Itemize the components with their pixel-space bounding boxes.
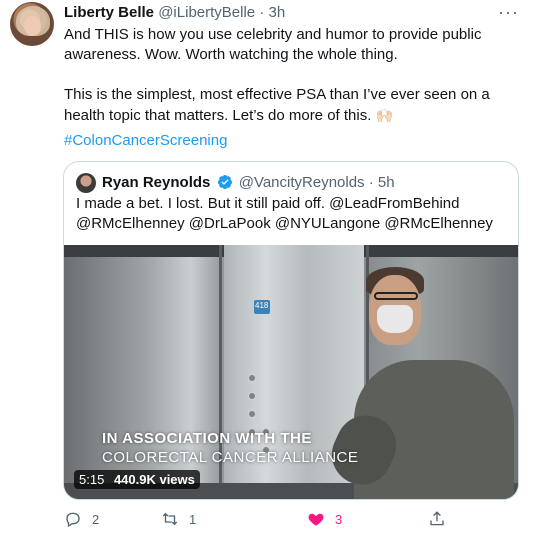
- quoted-tweet-text: I made a bet. I lost. But it still paid …: [76, 195, 493, 232]
- elevator-button-panel: [239, 365, 269, 485]
- elevator-button: [249, 375, 255, 381]
- floor-indicator: 418: [254, 300, 270, 314]
- hashtag-link[interactable]: #ColonCancerScreening: [64, 132, 227, 149]
- retweet-count: 1: [189, 511, 197, 527]
- tweet-body: And THIS is how you use celebrity and hu…: [64, 25, 519, 126]
- heart-icon: [308, 513, 324, 526]
- tweet-paragraph-1: And THIS is how you use celebrity and hu…: [64, 26, 482, 63]
- video-caption-line-1: IN ASSOCIATION WITH THE: [102, 430, 312, 447]
- quoted-tweet-time[interactable]: 5h: [378, 174, 395, 191]
- author-avatar[interactable]: [10, 2, 54, 46]
- video-player[interactable]: 418 IN ASSOCIATION WITH THE COLORECTAL C…: [64, 245, 518, 499]
- quoted-tweet[interactable]: Ryan Reynolds @VancityReynolds · 5h I ma…: [63, 161, 519, 500]
- retweet-button[interactable]: 1: [161, 510, 196, 528]
- header-separator: ·: [259, 4, 265, 21]
- floor-indicator-label: 418: [255, 301, 269, 310]
- tweet-actions-bar: 2 1 3: [64, 510, 464, 530]
- person-glasses: [374, 292, 418, 300]
- video-stats-badge: 5:15 440.9K views: [74, 470, 200, 489]
- quoted-author-avatar[interactable]: [76, 173, 96, 193]
- reply-button[interactable]: 2: [64, 510, 99, 528]
- verified-badge-icon: [217, 175, 232, 189]
- share-icon: [430, 511, 444, 526]
- elevator-button: [249, 393, 255, 399]
- avatar-face: [24, 16, 41, 36]
- share-button[interactable]: [428, 510, 446, 528]
- video-views: 440.9K views: [113, 472, 195, 487]
- quoted-tweet-header: Ryan Reynolds @VancityReynolds · 5h: [102, 174, 395, 191]
- retweet-icon: [162, 512, 178, 526]
- person-face-mask: [377, 305, 413, 333]
- tweet-time[interactable]: 3h: [268, 4, 285, 21]
- video-caption-line-2: COLORECTAL CANCER ALLIANCE: [102, 449, 359, 466]
- quoted-author-name[interactable]: Ryan Reynolds: [102, 174, 210, 191]
- raising-hands-emoji: 🙌🏻: [375, 107, 393, 123]
- video-caption-overlay: IN ASSOCIATION WITH THE COLORECTAL CANCE…: [102, 429, 358, 467]
- reply-icon: [66, 512, 80, 528]
- more-options-icon[interactable]: ···: [498, 2, 519, 23]
- tweet-paragraph-2-text: This is the simplest, most effective PSA…: [64, 86, 490, 124]
- elevator-button: [249, 411, 255, 417]
- quoted-author-handle[interactable]: @VancityReynolds: [239, 174, 365, 191]
- tweet-paragraph-2: This is the simplest, most effective PSA…: [64, 85, 519, 126]
- tweet-header: Liberty Belle @iLibertyBelle · 3h: [64, 4, 285, 21]
- like-button[interactable]: 3: [307, 510, 342, 528]
- quoted-header-separator: ·: [368, 174, 374, 191]
- author-name[interactable]: Liberty Belle: [64, 4, 154, 21]
- like-count: 3: [335, 511, 343, 527]
- video-duration: 5:15: [79, 472, 105, 487]
- reply-count: 2: [92, 511, 100, 527]
- author-handle[interactable]: @iLibertyBelle: [158, 4, 255, 21]
